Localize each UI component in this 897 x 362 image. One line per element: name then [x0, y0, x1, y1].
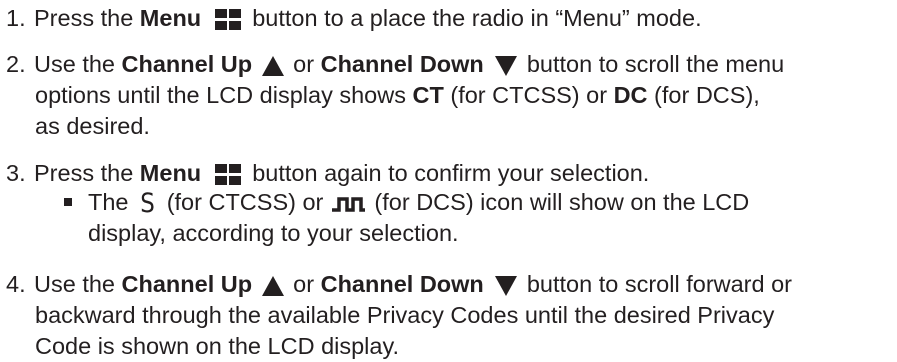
- triangle-up-icon: [261, 275, 284, 296]
- channel-down-label: Channel Down: [320, 51, 484, 77]
- step-2: 2. Use the Channel Up or Channel Down but…: [6, 49, 894, 142]
- step-text-line: options until the LCD display shows CT (…: [6, 80, 894, 111]
- bullet-marker: [64, 198, 72, 206]
- step-text-line: Code is shown on the LCD display.: [35, 333, 400, 359]
- step-text: button to scroll forward or: [520, 271, 793, 297]
- channel-up-label: Channel Up: [121, 51, 253, 77]
- step-1: 1. Press the Menu button to a place the r…: [6, 3, 894, 34]
- step-number: 3.: [6, 160, 26, 186]
- channel-down-label: Channel Down: [320, 271, 484, 297]
- menu-icon: [214, 163, 241, 185]
- step-text: Press the: [34, 160, 140, 186]
- note-text: (for DCS) icon will show on the LCD: [367, 189, 750, 215]
- menu-icon: [214, 8, 241, 30]
- ctcss-icon: S: [140, 188, 155, 219]
- step-text: button to scroll the menu: [520, 51, 785, 77]
- dc-label: DC: [613, 82, 648, 108]
- step-number: 1.: [6, 5, 26, 31]
- channel-up-label: Channel Up: [121, 271, 253, 297]
- step-text: button again to confirm your selection.: [245, 160, 650, 186]
- step-number: 2.: [6, 51, 26, 77]
- triangle-down-icon: [495, 55, 518, 76]
- step-text-line: as desired.: [35, 113, 150, 139]
- note-text: (for CTCSS) or: [160, 189, 330, 215]
- dcs-wave-icon: [331, 197, 365, 212]
- step-text: (for CTCSS) or: [443, 82, 614, 108]
- step-text: Press the: [34, 5, 140, 31]
- menu-label: Menu: [139, 5, 202, 31]
- step-4: 4. Use the Channel Up or Channel Down but…: [6, 269, 894, 362]
- step-text: Use the: [34, 271, 122, 297]
- step-text: or: [286, 271, 321, 297]
- step-text: Use the: [34, 51, 122, 77]
- menu-label: Menu: [139, 160, 202, 186]
- step-text: options until the LCD display shows: [35, 82, 413, 108]
- note-text: The: [88, 189, 136, 215]
- step-3: 3. Press the Menu button again to confirm…: [6, 158, 894, 189]
- triangle-down-icon: [495, 275, 518, 296]
- step-3-note: The S (for CTCSS) or (for DCS) icon will…: [88, 187, 888, 249]
- ct-label: CT: [412, 82, 444, 108]
- step-text-line: backward through the available Privacy C…: [35, 302, 775, 328]
- step-text: (for DCS),: [647, 82, 760, 108]
- step-text: button to a place the radio in “Menu” mo…: [245, 5, 702, 31]
- step-number: 4.: [6, 271, 26, 297]
- triangle-up-icon: [261, 55, 284, 76]
- step-text: or: [286, 51, 321, 77]
- note-text-line: display, according to your selection.: [88, 220, 459, 246]
